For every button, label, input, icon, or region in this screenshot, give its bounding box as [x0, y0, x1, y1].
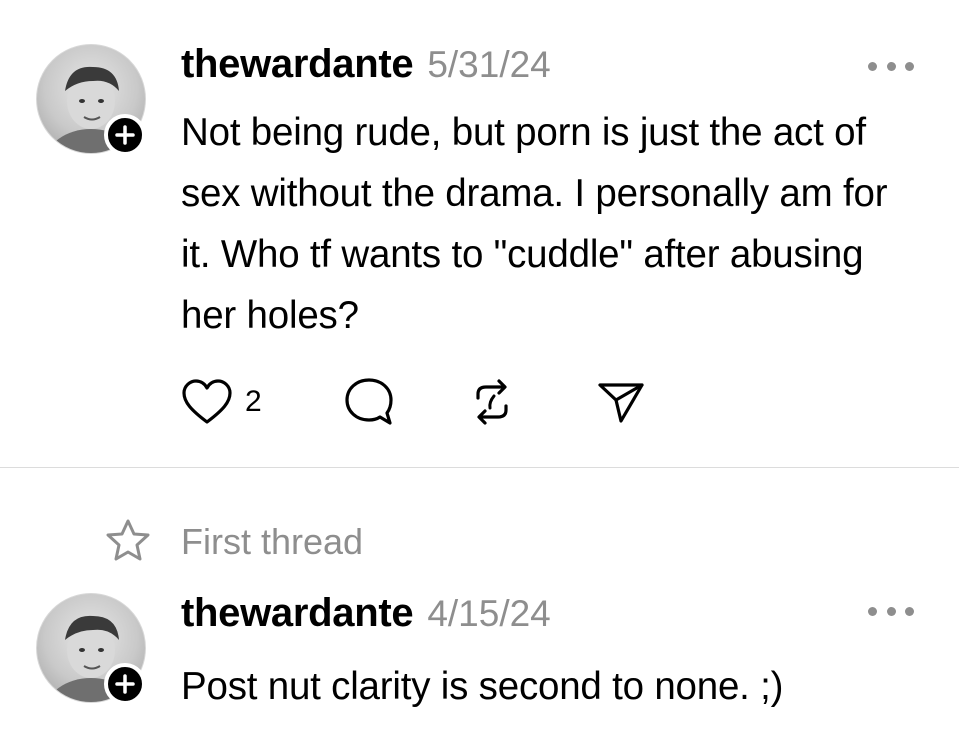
send-icon	[598, 383, 644, 423]
thread-post: thewardante 4/15/24 Post nut clarity is …	[0, 505, 959, 729]
repost-button[interactable]	[466, 376, 518, 428]
thread-post: thewardante 5/31/24 Not being rude, but …	[0, 0, 959, 468]
heart-icon	[182, 379, 232, 424]
like-button[interactable]: 2	[181, 376, 262, 428]
username[interactable]: thewardante	[181, 42, 414, 87]
avatar-container[interactable]	[36, 44, 148, 156]
post-header: thewardante 4/15/24	[181, 591, 551, 635]
post-date: 5/31/24	[427, 44, 551, 85]
post-header: thewardante 5/31/24	[181, 42, 551, 86]
comment-button[interactable]	[342, 376, 396, 428]
post-date: 4/15/24	[427, 593, 551, 634]
comment-icon	[345, 378, 393, 425]
username[interactable]: thewardante	[181, 591, 414, 636]
plus-icon	[115, 674, 135, 694]
follow-button[interactable]	[104, 663, 146, 705]
post-divider	[0, 467, 959, 468]
post-text: Post nut clarity is second to none. ;)	[181, 665, 784, 708]
plus-icon	[115, 125, 135, 145]
post-text: Not being rude, but porn is just the act…	[181, 111, 888, 337]
repost-icon	[476, 379, 508, 425]
action-bar: 2	[181, 376, 681, 428]
more-options-button[interactable]	[868, 56, 914, 76]
ellipsis-icon	[868, 61, 877, 71]
avatar-container[interactable]	[36, 593, 148, 705]
follow-button[interactable]	[104, 114, 146, 156]
ellipsis-icon	[868, 606, 877, 616]
share-button[interactable]	[595, 376, 647, 428]
more-options-button[interactable]	[868, 601, 914, 621]
like-count: 2	[245, 385, 262, 418]
